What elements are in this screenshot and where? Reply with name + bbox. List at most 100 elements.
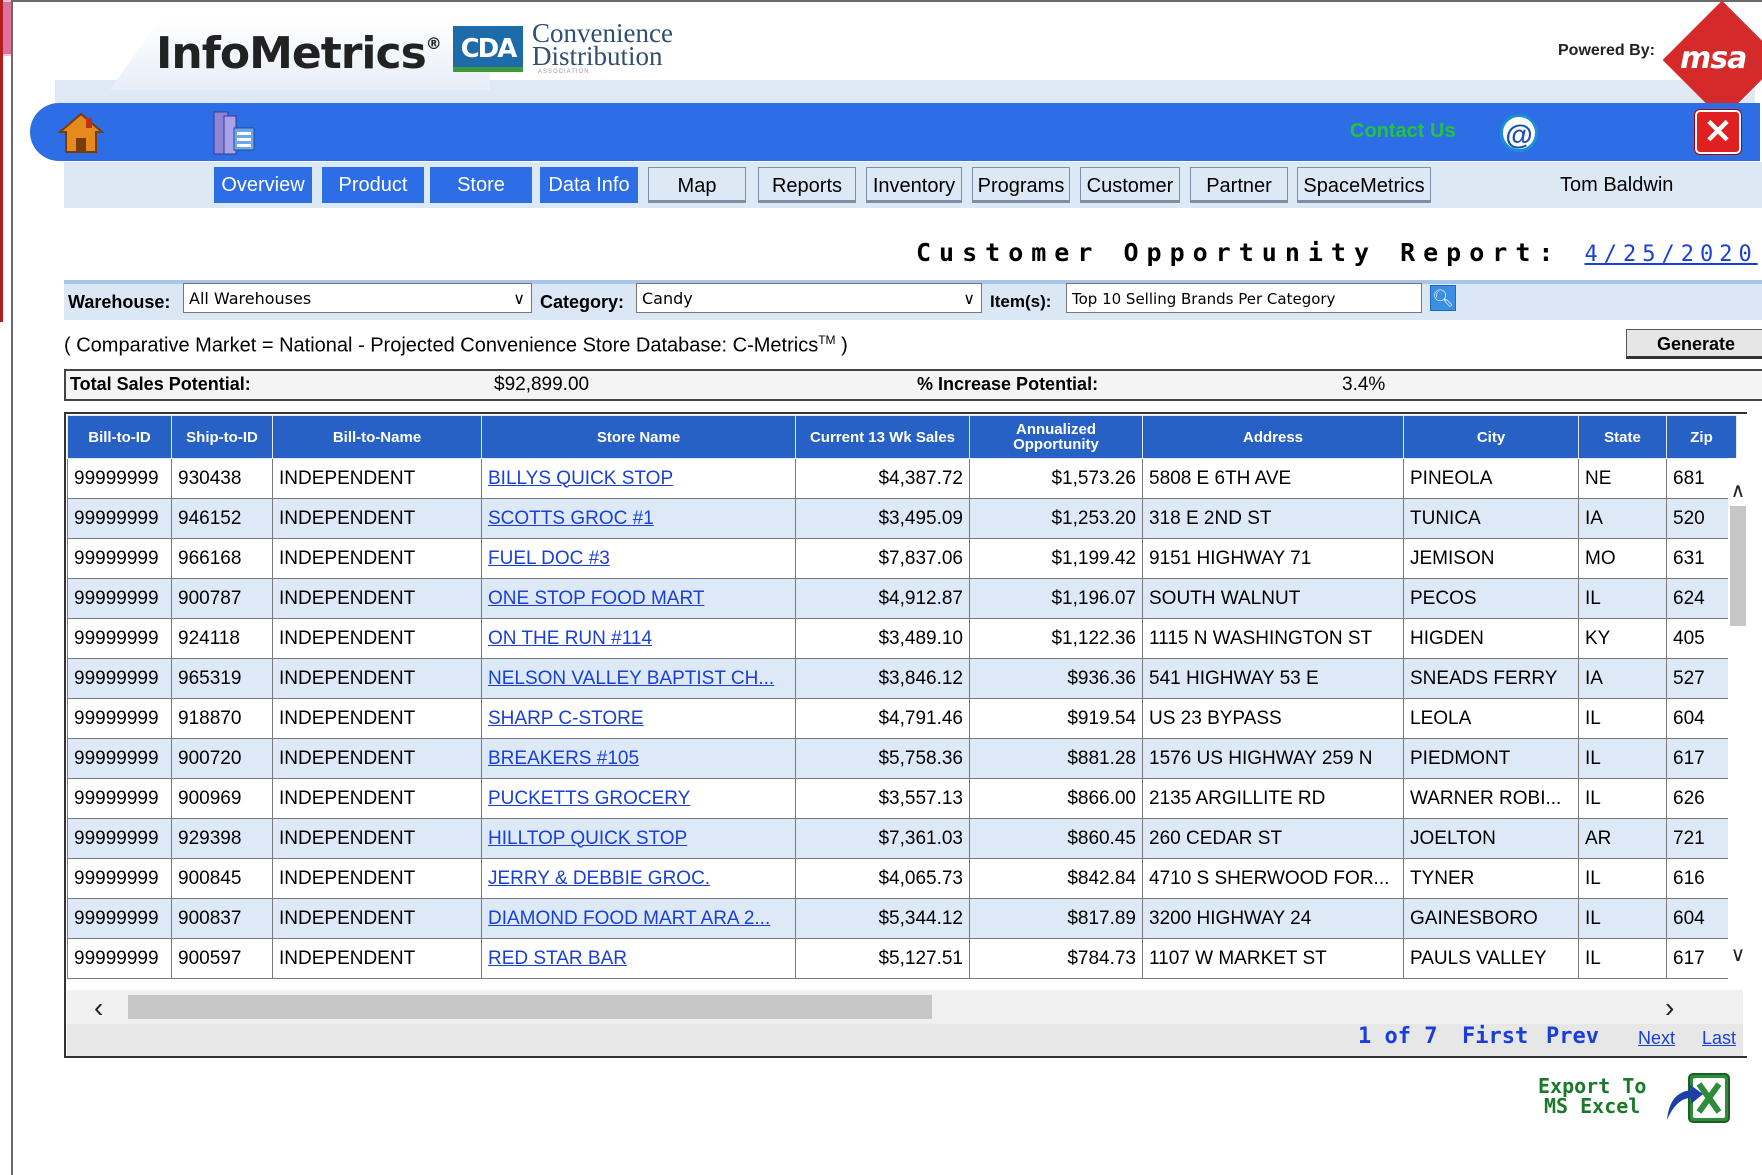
tab-programs[interactable]: Programs [972,167,1070,203]
prev-page-link[interactable]: Prev [1546,1024,1599,1049]
address-cell: 3200 HIGHWAY 24 [1142,898,1404,939]
column-header-ship-to-id[interactable]: Ship-to-ID [171,415,273,459]
address-cell: 318 E 2ND ST [1142,498,1404,539]
scroll-left-icon[interactable]: ‹ [94,992,103,1024]
report-title: Customer Opportunity Report: 4/25/2020 [916,238,1758,267]
last-page-link[interactable]: Last [1702,1028,1736,1049]
report-date-link[interactable]: 4/25/2020 [1585,242,1758,267]
city-cell: PIEDMONT [1403,738,1579,779]
bill-to-id-cell: 99999999 [67,738,172,779]
table-header-row: Bill-to-ID Ship-to-ID Bill-to-Name Store Na… [67,415,1737,459]
sales-cell: $4,065.73 [795,858,970,899]
tab-inventory[interactable]: Inventory [866,167,962,203]
scroll-right-icon[interactable]: › [1665,992,1674,1024]
bill-to-name-cell: INDEPENDENT [272,538,482,579]
bill-to-name-cell: INDEPENDENT [272,658,482,699]
city-cell: GAINESBORO [1403,898,1579,939]
registered-mark: ® [425,34,442,53]
tab-product[interactable]: Product [322,167,424,203]
ship-to-id-cell: 930438 [171,458,273,499]
sales-cell: $5,127.51 [795,938,970,979]
tab-spacemetrics[interactable]: SpaceMetrics [1297,167,1431,203]
bill-to-id-cell: 99999999 [67,858,172,899]
column-header-zip[interactable]: Zip [1666,415,1737,459]
ship-to-id-cell: 900787 [171,578,273,619]
zip-cell: 604 [1666,698,1737,739]
city-cell: JEMISON [1403,538,1579,579]
sales-cell: $4,387.72 [795,458,970,499]
warehouse-select[interactable]: All Warehouses ∨ [183,283,532,313]
column-header-bill-to-id[interactable]: Bill-to-ID [67,415,172,459]
zip-cell: 527 [1666,658,1737,699]
table-row: 99999999 900845 INDEPENDENT JERRY & DEBBIE … [67,858,1737,899]
store-name-link[interactable]: BREAKERS #105 [481,738,796,779]
ship-to-id-cell: 924118 [171,618,273,659]
store-name-link[interactable]: SHARP C-STORE [481,698,796,739]
first-page-link[interactable]: First [1462,1024,1528,1049]
export-excel-link[interactable]: Export To MS Excel [1538,1076,1646,1116]
column-header-store-name[interactable]: Store Name [481,415,796,459]
category-select[interactable]: Candy ∨ [636,283,982,313]
table-row: 99999999 924118 INDEPENDENT ON THE RUN #114… [67,618,1737,659]
tab-data-info[interactable]: Data Info [540,167,638,203]
close-icon[interactable]: ✕ [1695,110,1741,154]
contact-us-link[interactable]: Contact Us [1350,120,1456,143]
city-cell: HIGDEN [1403,618,1579,659]
vertical-scroll-thumb[interactable] [1730,506,1746,626]
store-name-link[interactable]: JERRY & DEBBIE GROC. [481,858,796,899]
store-name-link[interactable]: RED STAR BAR [481,938,796,979]
store-name-link[interactable]: DIAMOND FOOD MART ARA 2... [481,898,796,939]
store-name-link[interactable]: NELSON VALLEY BAPTIST CH... [481,658,796,699]
excel-icon[interactable] [1663,1070,1731,1126]
column-header-current-13wk-sales[interactable]: Current 13 Wk Sales [795,415,970,459]
database-icon[interactable] [210,110,256,156]
generate-button[interactable]: Generate [1626,329,1762,359]
search-button[interactable]: 🔍︎ [1430,285,1456,311]
column-header-annualized-opportunity[interactable]: Annualized Opportunity [969,415,1143,459]
store-name-link[interactable]: ONE STOP FOOD MART [481,578,796,619]
store-name-link[interactable]: ON THE RUN #114 [481,618,796,659]
state-cell: MO [1578,538,1667,579]
next-page-link[interactable]: Next [1638,1028,1675,1049]
city-cell: LEOLA [1403,698,1579,739]
column-header-bill-to-name[interactable]: Bill-to-Name [272,415,482,459]
items-value: Top 10 Selling Brands Per Category [1072,290,1336,308]
table-body: 99999999 930438 INDEPENDENT BILLYS QUICK ST… [67,458,1737,979]
zip-cell: 616 [1666,858,1737,899]
scroll-up-icon[interactable]: ∧ [1728,478,1748,503]
zip-cell: 617 [1666,738,1737,779]
cda-abbr: CDA [460,34,518,64]
email-at-icon[interactable]: @ [1500,114,1538,152]
scroll-down-icon[interactable]: ∨ [1728,942,1748,967]
address-cell: US 23 BYPASS [1142,698,1404,739]
store-name-link[interactable]: SCOTTS GROC #1 [481,498,796,539]
tab-map[interactable]: Map [648,167,746,203]
category-value: Candy [642,289,693,308]
store-name-link[interactable]: HILLTOP QUICK STOP [481,818,796,859]
bill-to-id-cell: 99999999 [67,938,172,979]
bill-to-name-cell: INDEPENDENT [272,698,482,739]
increase-label: % Increase Potential: [917,374,1099,394]
store-name-link[interactable]: PUCKETTS GROCERY [481,778,796,819]
tab-customer[interactable]: Customer [1080,167,1180,203]
tab-partner[interactable]: Partner [1190,167,1288,203]
home-icon[interactable] [58,110,104,156]
column-header-city[interactable]: City [1403,415,1579,459]
table-row: 99999999 965319 INDEPENDENT NELSON VALLEY B… [67,658,1737,699]
partner-tagline: ASSOCIATION [538,69,590,75]
tab-overview[interactable]: Overview [214,167,312,203]
column-header-address[interactable]: Address [1142,415,1404,459]
export-line1: Export To [1538,1074,1647,1098]
items-input[interactable]: Top 10 Selling Brands Per Category [1066,283,1422,313]
msa-logo-text: msa [1680,41,1747,76]
user-name: Tom Baldwin [1560,174,1674,196]
tab-reports[interactable]: Reports [758,167,856,203]
store-name-link[interactable]: FUEL DOC #3 [481,538,796,579]
column-header-state[interactable]: State [1578,415,1667,459]
zip-cell: 626 [1666,778,1737,819]
tab-store[interactable]: Store [430,167,532,203]
zip-cell: 520 [1666,498,1737,539]
store-name-link[interactable]: BILLYS QUICK STOP [481,458,796,499]
horizontal-scroll-thumb[interactable] [128,995,932,1019]
chevron-down-icon: ∨ [513,289,525,308]
